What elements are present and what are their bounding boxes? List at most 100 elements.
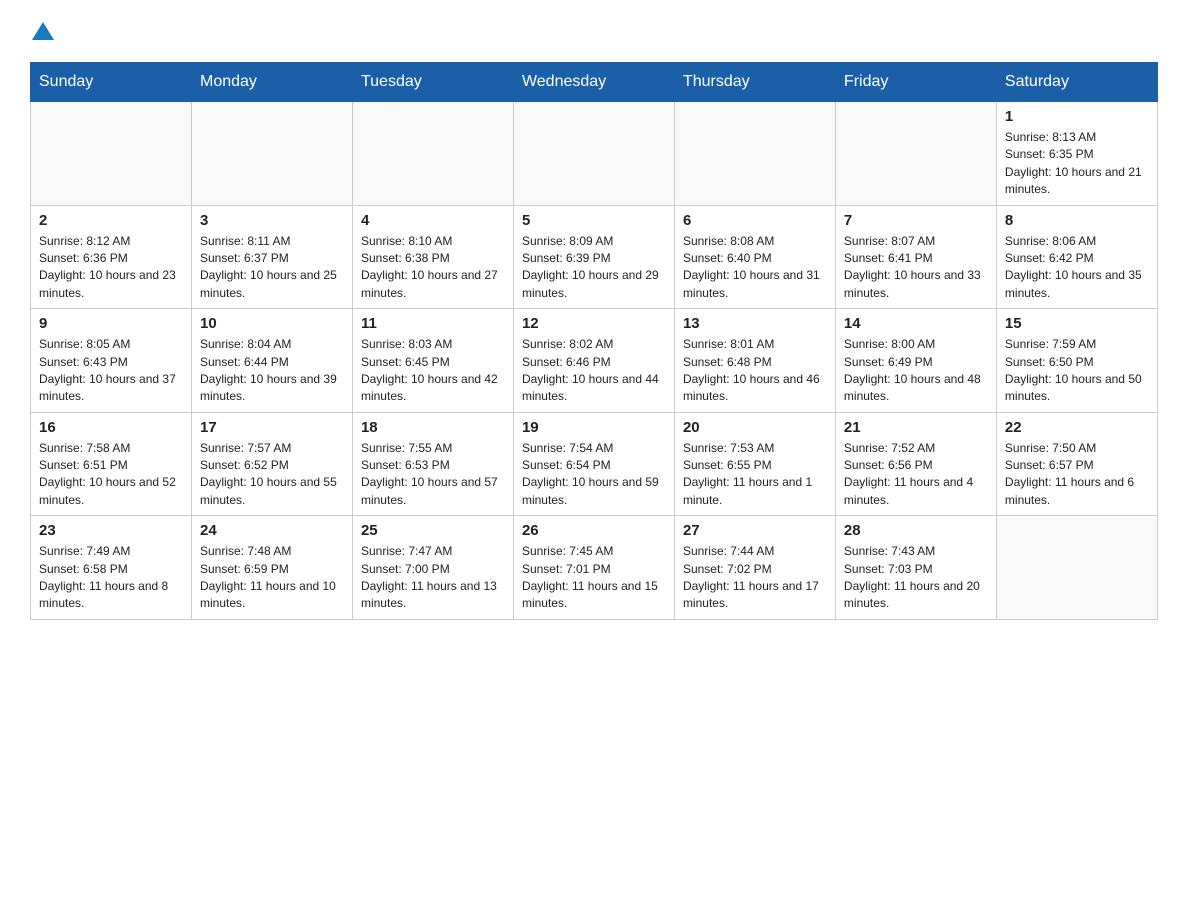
day-info: Sunrise: 8:01 AM Sunset: 6:48 PM Dayligh…	[683, 336, 827, 406]
day-number: 23	[39, 522, 183, 539]
day-cell: 16 Sunrise: 7:58 AM Sunset: 6:51 PM Dayli…	[31, 412, 192, 516]
day-cell	[996, 516, 1157, 620]
day-cell: 21 Sunrise: 7:52 AM Sunset: 6:56 PM Dayli…	[835, 412, 996, 516]
day-number: 9	[39, 315, 183, 332]
day-cell: 4 Sunrise: 8:10 AM Sunset: 6:38 PM Daylig…	[352, 205, 513, 309]
col-header-thursday: Thursday	[674, 63, 835, 102]
day-cell: 10 Sunrise: 8:04 AM Sunset: 6:44 PM Dayli…	[191, 309, 352, 413]
day-cell: 17 Sunrise: 7:57 AM Sunset: 6:52 PM Dayli…	[191, 412, 352, 516]
calendar-body: 1Sunrise: 8:13 AM Sunset: 6:35 PM Daylig…	[31, 102, 1158, 620]
day-number: 26	[522, 522, 666, 539]
week-row-5: 23 Sunrise: 7:49 AM Sunset: 6:58 PM Dayli…	[31, 516, 1158, 620]
days-of-week-row: SundayMondayTuesdayWednesdayThursdayFrid…	[31, 63, 1158, 102]
day-cell: 28 Sunrise: 7:43 AM Sunset: 7:03 PM Dayli…	[835, 516, 996, 620]
day-info: Sunrise: 8:00 AM Sunset: 6:49 PM Dayligh…	[844, 336, 988, 406]
week-row-4: 16 Sunrise: 7:58 AM Sunset: 6:51 PM Dayli…	[31, 412, 1158, 516]
day-number: 8	[1005, 212, 1149, 229]
day-cell: 12 Sunrise: 8:02 AM Sunset: 6:46 PM Dayli…	[513, 309, 674, 413]
day-info: Sunrise: 8:06 AM Sunset: 6:42 PM Dayligh…	[1005, 233, 1149, 303]
day-cell: 26 Sunrise: 7:45 AM Sunset: 7:01 PM Dayli…	[513, 516, 674, 620]
day-info: Sunrise: 8:07 AM Sunset: 6:41 PM Dayligh…	[844, 233, 988, 303]
col-header-saturday: Saturday	[996, 63, 1157, 102]
day-info: Sunrise: 8:05 AM Sunset: 6:43 PM Dayligh…	[39, 336, 183, 406]
col-header-friday: Friday	[835, 63, 996, 102]
day-cell: 25 Sunrise: 7:47 AM Sunset: 7:00 PM Dayli…	[352, 516, 513, 620]
day-info: Sunrise: 8:08 AM Sunset: 6:40 PM Dayligh…	[683, 233, 827, 303]
day-cell: 11Sunrise: 8:03 AM Sunset: 6:45 PM Dayli…	[352, 309, 513, 413]
day-number: 13	[683, 315, 827, 332]
day-number: 11	[361, 315, 505, 332]
day-cell: 27 Sunrise: 7:44 AM Sunset: 7:02 PM Dayli…	[674, 516, 835, 620]
day-cell: 18Sunrise: 7:55 AM Sunset: 6:53 PM Dayli…	[352, 412, 513, 516]
day-number: 2	[39, 212, 183, 229]
day-cell: 3 Sunrise: 8:11 AM Sunset: 6:37 PM Daylig…	[191, 205, 352, 309]
day-info: Sunrise: 7:45 AM Sunset: 7:01 PM Dayligh…	[522, 543, 666, 613]
day-cell: 20 Sunrise: 7:53 AM Sunset: 6:55 PM Dayli…	[674, 412, 835, 516]
col-header-tuesday: Tuesday	[352, 63, 513, 102]
logo	[30, 20, 56, 42]
day-cell: 14Sunrise: 8:00 AM Sunset: 6:49 PM Dayli…	[835, 309, 996, 413]
col-header-wednesday: Wednesday	[513, 63, 674, 102]
day-info: Sunrise: 8:02 AM Sunset: 6:46 PM Dayligh…	[522, 336, 666, 406]
day-cell	[191, 102, 352, 206]
day-info: Sunrise: 7:43 AM Sunset: 7:03 PM Dayligh…	[844, 543, 988, 613]
day-cell: 22Sunrise: 7:50 AM Sunset: 6:57 PM Dayli…	[996, 412, 1157, 516]
day-number: 17	[200, 419, 344, 436]
day-number: 12	[522, 315, 666, 332]
day-number: 21	[844, 419, 988, 436]
day-number: 16	[39, 419, 183, 436]
day-info: Sunrise: 8:11 AM Sunset: 6:37 PM Dayligh…	[200, 233, 344, 303]
day-number: 5	[522, 212, 666, 229]
col-header-sunday: Sunday	[31, 63, 192, 102]
day-cell: 7Sunrise: 8:07 AM Sunset: 6:41 PM Daylig…	[835, 205, 996, 309]
day-cell: 2 Sunrise: 8:12 AM Sunset: 6:36 PM Daylig…	[31, 205, 192, 309]
day-info: Sunrise: 7:58 AM Sunset: 6:51 PM Dayligh…	[39, 440, 183, 510]
day-number: 20	[683, 419, 827, 436]
week-row-3: 9 Sunrise: 8:05 AM Sunset: 6:43 PM Daylig…	[31, 309, 1158, 413]
day-info: Sunrise: 7:57 AM Sunset: 6:52 PM Dayligh…	[200, 440, 344, 510]
day-cell	[352, 102, 513, 206]
day-cell: 6 Sunrise: 8:08 AM Sunset: 6:40 PM Daylig…	[674, 205, 835, 309]
day-number: 25	[361, 522, 505, 539]
day-cell: 13 Sunrise: 8:01 AM Sunset: 6:48 PM Dayli…	[674, 309, 835, 413]
calendar-table: SundayMondayTuesdayWednesdayThursdayFrid…	[30, 62, 1158, 620]
col-header-monday: Monday	[191, 63, 352, 102]
day-cell: 19Sunrise: 7:54 AM Sunset: 6:54 PM Dayli…	[513, 412, 674, 516]
day-cell: 9 Sunrise: 8:05 AM Sunset: 6:43 PM Daylig…	[31, 309, 192, 413]
day-info: Sunrise: 8:09 AM Sunset: 6:39 PM Dayligh…	[522, 233, 666, 303]
day-number: 10	[200, 315, 344, 332]
day-info: Sunrise: 8:13 AM Sunset: 6:35 PM Dayligh…	[1005, 129, 1149, 199]
day-cell: 5 Sunrise: 8:09 AM Sunset: 6:39 PM Daylig…	[513, 205, 674, 309]
day-info: Sunrise: 7:44 AM Sunset: 7:02 PM Dayligh…	[683, 543, 827, 613]
day-cell	[674, 102, 835, 206]
day-info: Sunrise: 7:54 AM Sunset: 6:54 PM Dayligh…	[522, 440, 666, 510]
day-info: Sunrise: 7:55 AM Sunset: 6:53 PM Dayligh…	[361, 440, 505, 510]
day-info: Sunrise: 7:47 AM Sunset: 7:00 PM Dayligh…	[361, 543, 505, 613]
day-cell	[31, 102, 192, 206]
day-number: 28	[844, 522, 988, 539]
day-cell	[513, 102, 674, 206]
day-info: Sunrise: 7:52 AM Sunset: 6:56 PM Dayligh…	[844, 440, 988, 510]
day-cell: 15 Sunrise: 7:59 AM Sunset: 6:50 PM Dayli…	[996, 309, 1157, 413]
day-info: Sunrise: 7:50 AM Sunset: 6:57 PM Dayligh…	[1005, 440, 1149, 510]
logo-triangle-icon	[32, 20, 54, 42]
day-info: Sunrise: 7:48 AM Sunset: 6:59 PM Dayligh…	[200, 543, 344, 613]
day-number: 6	[683, 212, 827, 229]
week-row-1: 1Sunrise: 8:13 AM Sunset: 6:35 PM Daylig…	[31, 102, 1158, 206]
calendar-header: SundayMondayTuesdayWednesdayThursdayFrid…	[31, 63, 1158, 102]
day-info: Sunrise: 8:10 AM Sunset: 6:38 PM Dayligh…	[361, 233, 505, 303]
day-info: Sunrise: 7:49 AM Sunset: 6:58 PM Dayligh…	[39, 543, 183, 613]
day-number: 4	[361, 212, 505, 229]
day-info: Sunrise: 8:04 AM Sunset: 6:44 PM Dayligh…	[200, 336, 344, 406]
day-number: 3	[200, 212, 344, 229]
day-info: Sunrise: 7:53 AM Sunset: 6:55 PM Dayligh…	[683, 440, 827, 510]
day-cell: 1Sunrise: 8:13 AM Sunset: 6:35 PM Daylig…	[996, 102, 1157, 206]
day-number: 27	[683, 522, 827, 539]
week-row-2: 2 Sunrise: 8:12 AM Sunset: 6:36 PM Daylig…	[31, 205, 1158, 309]
day-cell: 24Sunrise: 7:48 AM Sunset: 6:59 PM Dayli…	[191, 516, 352, 620]
page-header	[30, 20, 1158, 42]
day-cell	[835, 102, 996, 206]
day-number: 15	[1005, 315, 1149, 332]
day-info: Sunrise: 8:12 AM Sunset: 6:36 PM Dayligh…	[39, 233, 183, 303]
day-info: Sunrise: 7:59 AM Sunset: 6:50 PM Dayligh…	[1005, 336, 1149, 406]
